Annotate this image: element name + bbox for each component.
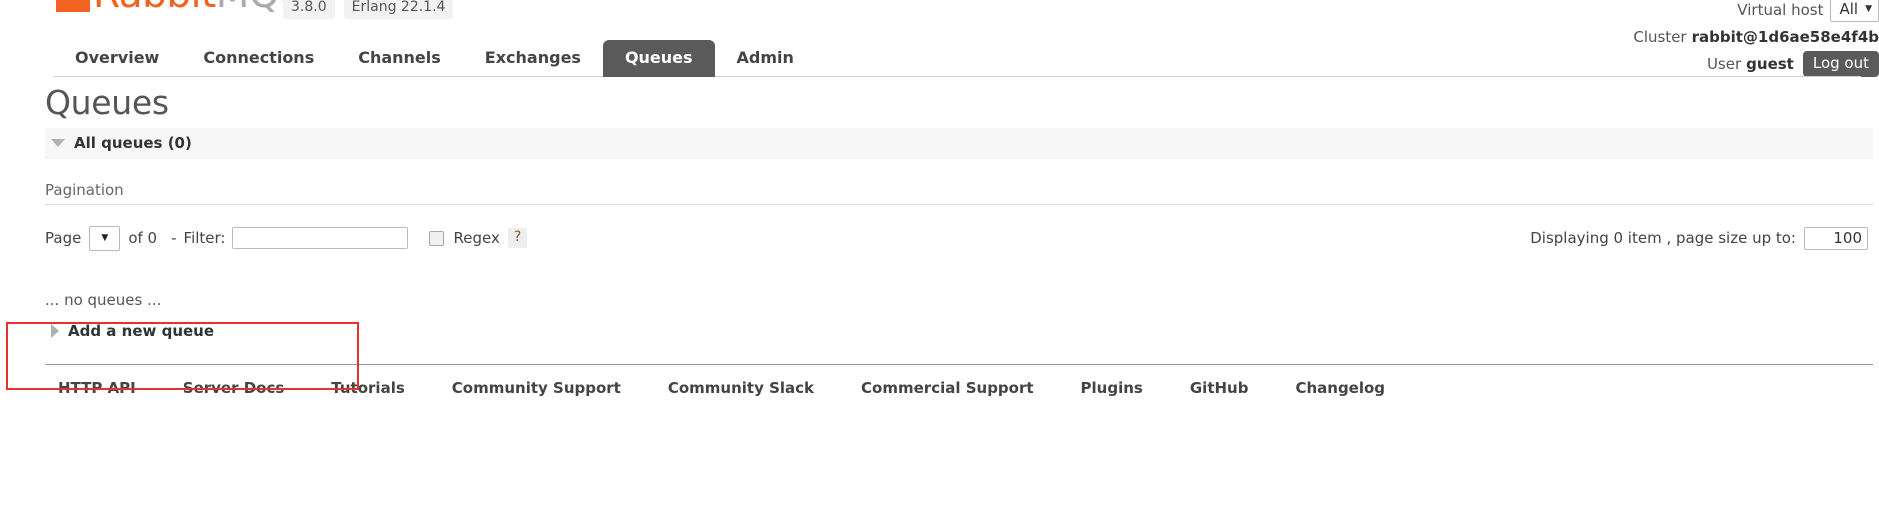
- main-navigation: Overview Connections Channels Exchanges …: [0, 40, 1879, 77]
- footer-link-tutorials[interactable]: Tutorials: [331, 379, 404, 397]
- rabbitmq-logo-icon: [56, 0, 90, 12]
- pagination-section: Pagination: [45, 181, 1873, 205]
- pagination-controls: Page ▼ of 0 - Filter: Regex ? Displaying…: [45, 221, 1873, 255]
- all-queues-label: All queues (0): [74, 134, 192, 152]
- tab-channels[interactable]: Channels: [336, 40, 463, 77]
- page-number-select[interactable]: ▼: [89, 225, 121, 251]
- chevron-down-icon: [51, 139, 65, 147]
- chevron-down-icon: ▼: [101, 233, 109, 243]
- footer-link-commercial-support[interactable]: Commercial Support: [861, 379, 1034, 397]
- tab-admin[interactable]: Admin: [715, 40, 816, 77]
- regex-checkbox[interactable]: [429, 230, 445, 246]
- footer-link-community-support[interactable]: Community Support: [452, 379, 621, 397]
- footer-link-http-api[interactable]: HTTP API: [58, 379, 136, 397]
- rabbitmq-version-badge: 3.8.0: [283, 0, 335, 19]
- rabbitmq-logo[interactable]: RabbitMQ ™: [56, 0, 291, 14]
- tab-overview[interactable]: Overview: [53, 40, 181, 77]
- empty-queues-message: ... no queues ...: [45, 291, 162, 309]
- version-badges: 3.8.0 Erlang 22.1.4: [283, 0, 454, 19]
- filter-label: Filter:: [183, 229, 226, 247]
- add-queue-label: Add a new queue: [68, 322, 215, 340]
- display-info: Displaying 0 item , page size up to:: [1530, 221, 1868, 255]
- logo-text-mq: MQ: [216, 0, 280, 17]
- chevron-right-icon: [51, 324, 59, 338]
- main-content: Queues All queues (0) Pagination Page ▼ …: [0, 84, 1879, 397]
- page-count-label: of 0: [128, 229, 158, 247]
- add-queue-section-header[interactable]: Add a new queue: [45, 322, 1879, 340]
- page-header: RabbitMQ ™ 3.8.0 Erlang 22.1.4 Virtual h…: [0, 0, 1879, 84]
- erlang-version-badge: Erlang 22.1.4: [343, 0, 454, 19]
- logo-text-rabbit: Rabbit: [93, 0, 216, 17]
- footer-links: HTTP API Server Docs Tutorials Community…: [58, 379, 1873, 397]
- displaying-count-label: Displaying 0 item , page size up to:: [1530, 229, 1796, 247]
- page-title: Queues: [45, 83, 169, 122]
- footer-link-github[interactable]: GitHub: [1190, 379, 1249, 397]
- tab-queues[interactable]: Queues: [602, 40, 715, 77]
- filter-input[interactable]: [232, 227, 409, 249]
- footer-link-plugins[interactable]: Plugins: [1081, 379, 1143, 397]
- regex-label: Regex: [453, 229, 500, 247]
- virtual-host-label: Virtual host: [1737, 0, 1824, 19]
- tab-exchanges[interactable]: Exchanges: [463, 40, 603, 77]
- pagination-title: Pagination: [45, 181, 124, 199]
- virtual-host-select[interactable]: All ▼: [1830, 0, 1879, 22]
- regex-help-icon[interactable]: ?: [507, 228, 528, 248]
- pagination-divider: [45, 204, 1873, 205]
- logo-text: RabbitMQ: [93, 0, 280, 14]
- footer-link-server-docs[interactable]: Server Docs: [183, 379, 285, 397]
- virtual-host-row: Virtual host All ▼: [1633, 0, 1879, 23]
- filter-separator: -: [171, 229, 177, 247]
- footer-link-community-slack[interactable]: Community Slack: [668, 379, 814, 397]
- tab-connections[interactable]: Connections: [181, 40, 336, 77]
- nav-tab-list: Overview Connections Channels Exchanges …: [53, 40, 816, 77]
- page-label: Page: [45, 229, 82, 247]
- chevron-down-icon: ▼: [1865, 3, 1872, 14]
- virtual-host-value: All: [1839, 0, 1859, 18]
- page-size-input[interactable]: [1804, 226, 1868, 250]
- footer-link-changelog[interactable]: Changelog: [1295, 379, 1385, 397]
- footer-divider: [45, 364, 1873, 365]
- all-queues-section-header[interactable]: All queues (0): [45, 128, 1873, 159]
